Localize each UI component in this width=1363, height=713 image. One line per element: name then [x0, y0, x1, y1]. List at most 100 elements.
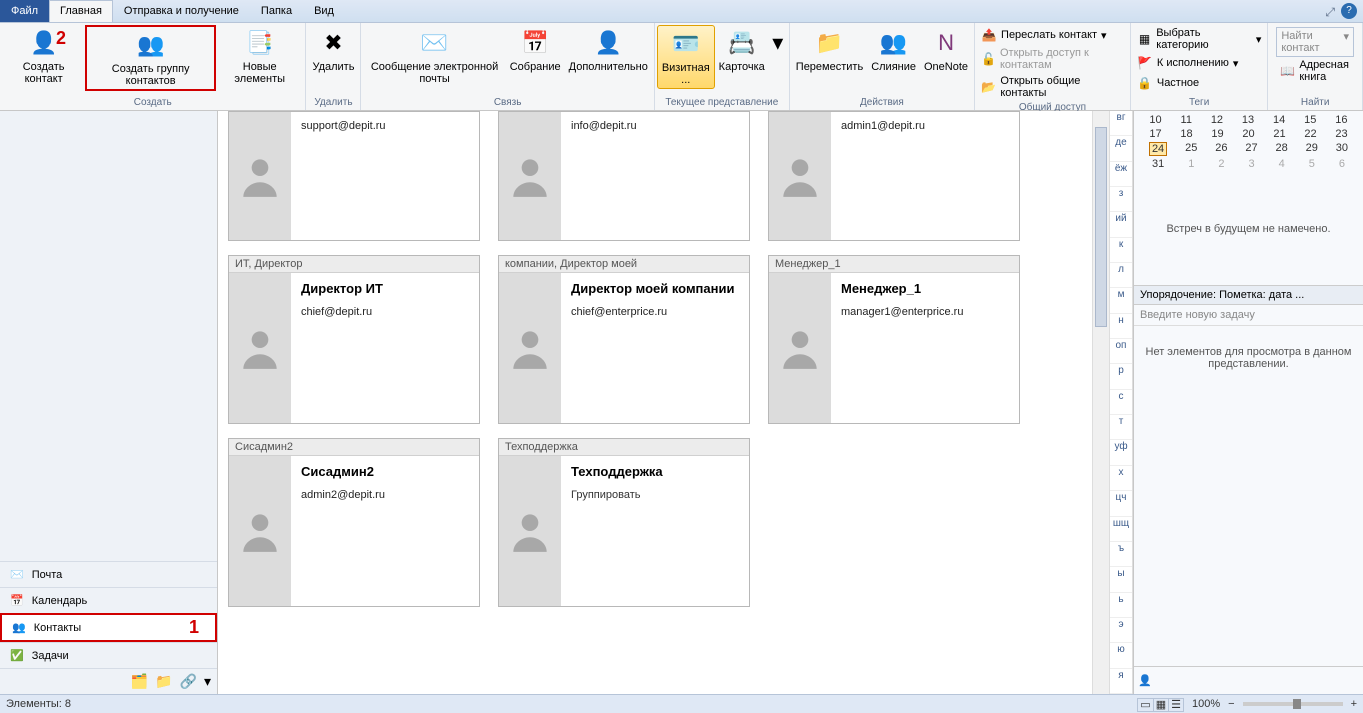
nav-mail[interactable]: ✉️Почта: [0, 561, 217, 587]
tab-home[interactable]: Главная: [49, 0, 113, 22]
nav-tasks[interactable]: ✅Задачи: [0, 642, 217, 668]
alpha-letter[interactable]: я: [1110, 669, 1132, 694]
alpha-letter[interactable]: ь: [1110, 593, 1132, 618]
alpha-letter[interactable]: л: [1110, 263, 1132, 288]
alpha-letter[interactable]: ы: [1110, 567, 1132, 592]
alpha-letter[interactable]: уф: [1110, 440, 1132, 465]
alpha-letter[interactable]: к: [1110, 238, 1132, 263]
shortcut-icon[interactable]: 🔗: [179, 673, 196, 689]
contact-card[interactable]: support@depit.ru: [228, 111, 480, 241]
notes-icon[interactable]: 📁: [155, 673, 172, 689]
new-contact-group-button[interactable]: 👥 Создать группу контактов: [85, 25, 216, 91]
calendar-day[interactable]: 31: [1152, 158, 1164, 170]
tab-file[interactable]: Файл: [0, 0, 49, 22]
calendar-day[interactable]: 21: [1273, 128, 1285, 140]
new-contact-button[interactable]: 👤 Создать контакт: [2, 25, 85, 87]
contact-card[interactable]: компании, Директор моейДиректор моей ком…: [498, 255, 750, 424]
categorize-button[interactable]: ▦Выбрать категорию▾: [1133, 25, 1266, 53]
calendar-day[interactable]: 5: [1309, 158, 1315, 170]
search-input[interactable]: Найти контакт▾: [1276, 27, 1354, 57]
merge-button[interactable]: 👥 Слияние: [867, 25, 920, 75]
meeting-button[interactable]: 📅 Собрание: [506, 25, 565, 75]
contact-card[interactable]: ТехподдержкаТехподдержкаГруппировать: [498, 438, 750, 607]
alpha-letter[interactable]: т: [1110, 415, 1132, 440]
calendar-day[interactable]: 22: [1304, 128, 1316, 140]
tab-folder[interactable]: Папка: [250, 0, 303, 22]
calendar-day[interactable]: 2: [1218, 158, 1224, 170]
calendar-day[interactable]: 27: [1245, 142, 1257, 156]
view-switcher[interactable]: ▭▦☰: [1138, 698, 1184, 711]
alpha-letter[interactable]: шщ: [1110, 517, 1132, 542]
alpha-letter[interactable]: с: [1110, 390, 1132, 415]
calendar-day[interactable]: 24: [1149, 142, 1167, 156]
calendar-day[interactable]: 6: [1339, 158, 1345, 170]
followup-button[interactable]: 🚩К исполнению▾: [1133, 53, 1266, 73]
chevron-icon[interactable]: ▾: [204, 673, 211, 689]
contact-card[interactable]: Менеджер_1Менеджер_1manager1@enterprice.…: [768, 255, 1020, 424]
calendar-day[interactable]: 15: [1304, 114, 1316, 126]
folder-icon[interactable]: 🗂️: [130, 673, 147, 689]
alpha-letter[interactable]: х: [1110, 466, 1132, 491]
tab-view[interactable]: Вид: [303, 0, 345, 22]
share-contacts-button[interactable]: 🔓Открыть доступ к контактам: [977, 45, 1128, 73]
calendar-day[interactable]: 4: [1279, 158, 1285, 170]
private-button[interactable]: 🔒Частное: [1133, 73, 1266, 93]
calendar-day[interactable]: 12: [1211, 114, 1223, 126]
calendar-day[interactable]: 20: [1242, 128, 1254, 140]
task-sort-header[interactable]: Упорядочение: Пометка: дата ...: [1134, 285, 1363, 305]
minimize-ribbon-icon[interactable]: ⤢: [1325, 5, 1335, 20]
calendar-day[interactable]: 10: [1149, 114, 1161, 126]
addressbook-button[interactable]: 📖Адресная книга: [1276, 57, 1354, 85]
open-shared-button[interactable]: 📂Открыть общие контакты: [977, 73, 1128, 101]
zoom-in-button[interactable]: +: [1351, 698, 1357, 710]
tab-sendreceive[interactable]: Отправка и получение: [113, 0, 250, 22]
calendar-day[interactable]: 28: [1276, 142, 1288, 156]
zoom-slider[interactable]: [1243, 702, 1343, 706]
zoom-out-button[interactable]: −: [1228, 698, 1234, 710]
alpha-letter[interactable]: ёж: [1110, 162, 1132, 187]
calendar-day[interactable]: 1: [1188, 158, 1194, 170]
nav-calendar[interactable]: 📅Календарь: [0, 587, 217, 613]
new-task-input[interactable]: Введите новую задачу: [1134, 305, 1363, 326]
view-more-button[interactable]: ▾: [769, 25, 787, 63]
calendar-day[interactable]: 18: [1180, 128, 1192, 140]
calendar-day[interactable]: 23: [1335, 128, 1347, 140]
alpha-letter[interactable]: де: [1110, 136, 1132, 161]
alpha-letter[interactable]: з: [1110, 187, 1132, 212]
contact-card[interactable]: info@depit.ru: [498, 111, 750, 241]
calendar-day[interactable]: 14: [1273, 114, 1285, 126]
help-icon[interactable]: ?: [1341, 3, 1357, 19]
nav-contacts[interactable]: 👥Контакты1: [0, 613, 217, 642]
alpha-letter[interactable]: э: [1110, 618, 1132, 643]
alpha-letter[interactable]: оп: [1110, 339, 1132, 364]
calendar-day[interactable]: 19: [1211, 128, 1223, 140]
alpha-letter[interactable]: м: [1110, 288, 1132, 313]
calendar-day[interactable]: 16: [1335, 114, 1347, 126]
alpha-letter[interactable]: цч: [1110, 491, 1132, 516]
onenote-button[interactable]: N OneNote: [920, 25, 972, 75]
more-button[interactable]: 👤 Дополнительно: [565, 25, 652, 75]
content-scrollbar[interactable]: [1092, 111, 1109, 694]
alpha-letter[interactable]: ю: [1110, 643, 1132, 668]
forward-contact-button[interactable]: 📤Переслать контакт▾: [977, 25, 1128, 45]
contact-card[interactable]: admin1@depit.ru: [768, 111, 1020, 241]
calendar-day[interactable]: 13: [1242, 114, 1254, 126]
calendar-day[interactable]: 25: [1185, 142, 1197, 156]
alpha-letter[interactable]: вг: [1110, 111, 1132, 136]
alpha-letter[interactable]: ий: [1110, 212, 1132, 237]
contact-card[interactable]: ИТ, ДиректорДиректор ИТchief@depit.ru: [228, 255, 480, 424]
contact-card[interactable]: Сисадмин2Сисадмин2admin2@depit.ru: [228, 438, 480, 607]
move-button[interactable]: 📁 Переместить: [792, 25, 867, 75]
calendar-day[interactable]: 3: [1249, 158, 1255, 170]
alpha-letter[interactable]: р: [1110, 364, 1132, 389]
calendar-day[interactable]: 30: [1336, 142, 1348, 156]
people-pane[interactable]: 👤: [1134, 666, 1363, 694]
email-button[interactable]: ✉️ Сообщение электронной почты: [363, 25, 505, 87]
delete-button[interactable]: ✖ Удалить: [308, 25, 358, 75]
calendar-day[interactable]: 29: [1306, 142, 1318, 156]
mini-calendar[interactable]: 1011121314151617181920212223242526272829…: [1134, 111, 1363, 173]
business-card-view-button[interactable]: 🪪 Визитная ...: [657, 25, 715, 89]
new-items-button[interactable]: 📑 Новые элементы: [216, 25, 303, 87]
calendar-day[interactable]: 11: [1181, 114, 1192, 126]
alpha-letter[interactable]: н: [1110, 314, 1132, 339]
